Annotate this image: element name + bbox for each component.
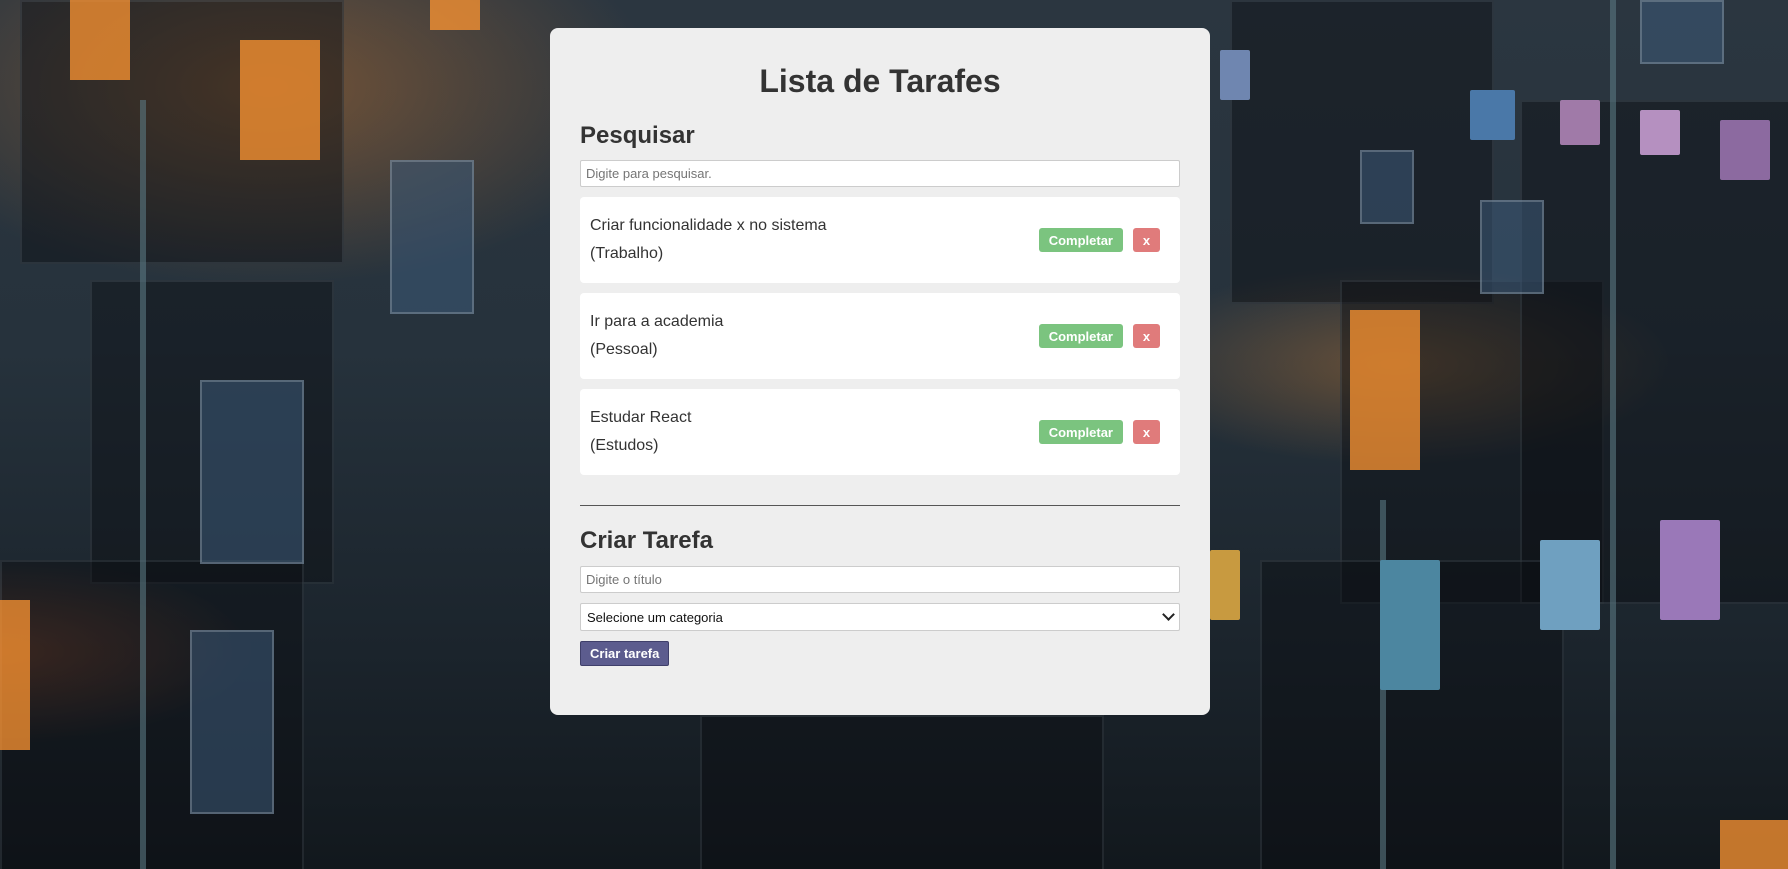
todo-actions: Completar x	[1038, 228, 1160, 252]
complete-button[interactable]: Completar	[1038, 420, 1123, 444]
create-task-button[interactable]: Criar tarefa	[580, 641, 670, 666]
chevron-down-icon	[1162, 608, 1175, 621]
todo-text: Criar funcionalidade x no sistema	[590, 217, 827, 234]
todo-content: Criar funcionalidade x no sistema (Traba…	[590, 212, 827, 268]
todo-text: Estudar React	[590, 409, 692, 426]
todo-category: (Trabalho)	[590, 245, 664, 262]
list-item: Estudar React (Estudos) Completar x	[580, 389, 1180, 475]
todo-actions: Completar x	[1038, 420, 1160, 444]
list-item: Criar funcionalidade x no sistema (Traba…	[580, 197, 1180, 283]
todo-content: Ir para a academia (Pessoal)	[590, 308, 723, 364]
todo-category: (Pessoal)	[590, 341, 658, 358]
create-task-heading: Criar Tarefa	[580, 527, 713, 554]
category-select-value: Selecione um categoria	[587, 609, 723, 625]
todo-content: Estudar React (Estudos)	[590, 404, 691, 460]
search-input[interactable]	[580, 160, 1180, 187]
todo-list: Criar funcionalidade x no sistema (Traba…	[580, 197, 1180, 475]
remove-button[interactable]: x	[1133, 324, 1160, 348]
todo-text: Ir para a academia	[590, 313, 724, 330]
page-title: Lista de Tarafes	[759, 63, 1001, 99]
task-title-input[interactable]	[580, 566, 1180, 593]
complete-button[interactable]: Completar	[1038, 228, 1123, 252]
category-select[interactable]: Selecione um categoria	[580, 603, 1180, 631]
todo-category: (Estudos)	[590, 437, 659, 454]
search-heading: Pesquisar	[580, 122, 695, 149]
section-divider	[580, 505, 1180, 506]
todo-app-card: Lista de Tarafes Pesquisar Criar funcion…	[550, 28, 1210, 715]
remove-button[interactable]: x	[1133, 228, 1160, 252]
complete-button[interactable]: Completar	[1038, 324, 1123, 348]
list-item: Ir para a academia (Pessoal) Completar x	[580, 293, 1180, 379]
remove-button[interactable]: x	[1133, 420, 1160, 444]
todo-actions: Completar x	[1038, 324, 1160, 348]
